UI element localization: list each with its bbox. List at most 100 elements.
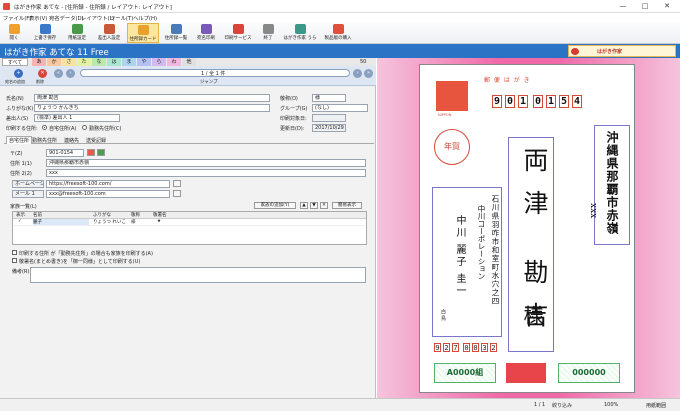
tab-kana-ya[interactable]: や	[137, 58, 151, 66]
status-zoom: 100%	[604, 402, 619, 408]
toolbar: 開く 上書き保存 用紙設定 差出人設定 住所録カード 住所録一覧 宛名印刷 印刷…	[0, 22, 680, 44]
home-address-label: 自宅住所(A)	[49, 126, 77, 132]
row-show-check[interactable]: ✓	[18, 219, 22, 224]
menu-data[interactable]: 宛名データ(D)	[49, 14, 84, 22]
family-delete-icon[interactable]: ✕	[320, 202, 328, 209]
tab-kana-ra[interactable]: ら	[152, 58, 166, 66]
sender-zip-4: 0	[463, 343, 470, 352]
sender-setup-button[interactable]: 差出人設定	[94, 23, 124, 43]
sender-zip-7: 2	[490, 343, 497, 352]
tab-send-log[interactable]: 送受記録	[86, 137, 106, 144]
record-count: 50	[360, 59, 367, 65]
banner-logo-icon	[571, 48, 579, 55]
send-mail-icon[interactable]	[173, 190, 181, 197]
group-select[interactable]: (なし)	[312, 104, 368, 112]
cart-icon	[332, 24, 344, 34]
next-record-icon[interactable]: ›	[353, 69, 362, 78]
status-filter: 絞り込み	[552, 403, 573, 409]
address2-input[interactable]: xxx	[46, 169, 366, 177]
hagaki-ura-button[interactable]: はがき作家 うら	[282, 23, 318, 43]
last-record-icon[interactable]: »	[364, 69, 373, 78]
open-homepage-icon[interactable]	[173, 180, 181, 187]
homepage-input[interactable]: https://freesoft-100.com/	[46, 180, 170, 188]
col-kana: ふりがな	[93, 213, 111, 218]
zip-lookup-icon[interactable]	[87, 149, 95, 156]
sender-suffix: 白 鳥	[440, 309, 446, 321]
row-name[interactable]: 麗子	[33, 219, 89, 225]
menu-tools[interactable]: ツール(T)	[110, 14, 133, 22]
purchase-button[interactable]: 製品版の購入	[321, 23, 355, 43]
tab-kana-ka[interactable]: か	[47, 58, 61, 66]
menu-file[interactable]: ファイル(F)	[3, 14, 31, 22]
prev-record-icon[interactable]: ‹	[66, 69, 75, 78]
print-family-work-checkbox[interactable]	[12, 250, 17, 255]
table-row[interactable]: ✓ 麗子 りょうつ れいこ 様 ★	[13, 219, 366, 226]
address-list-button[interactable]: 住所録一覧	[162, 23, 190, 43]
paper-setup-button[interactable]: 用紙設定	[64, 23, 90, 43]
print-service-button[interactable]: 印刷サービス	[222, 23, 254, 43]
maximize-icon[interactable]: □	[634, 1, 656, 12]
close-icon[interactable]: ✕	[656, 1, 678, 12]
tab-kana-other[interactable]: 他	[182, 58, 196, 66]
minimize-icon[interactable]: —	[612, 1, 634, 12]
family-down-icon[interactable]: ▼	[310, 202, 318, 209]
kana-input[interactable]: りょうつ かんきち	[34, 104, 270, 112]
zip-check-icon[interactable]	[97, 149, 105, 156]
app-header: はがき作家 あてな 11 Free はがき作家	[0, 44, 680, 58]
tab-kana-a[interactable]: あ	[32, 58, 46, 66]
ad-banner[interactable]: はがき作家	[568, 45, 676, 57]
tab-home-address[interactable]: 自宅住所	[6, 136, 33, 144]
print-date-field	[312, 114, 346, 122]
record-position: 1 / 全 1 件	[201, 71, 226, 77]
memo-label: 備考(R)	[12, 269, 30, 275]
group-label: グループ(G)	[280, 106, 308, 112]
tab-all[interactable]: すべて	[2, 58, 28, 66]
homepage-select[interactable]: ホームページ	[12, 180, 44, 188]
col-show: 表示	[16, 213, 25, 218]
first-record-icon[interactable]: «	[54, 69, 63, 78]
row-kana: りょうつ れいこ	[93, 220, 126, 225]
menu-help[interactable]: ヘルプ(H)	[133, 14, 157, 22]
zip-digit-7: 4	[572, 95, 582, 108]
window-title: はがき作家 あてな - [住所録 - 住所録 / レイアウト: レイアウト]	[14, 5, 172, 11]
postcard[interactable]: NIPPON 郵 便 は が き 9 0 1 0 1 5 4 年賀 沖縄県那覇市…	[419, 64, 635, 393]
name-input[interactable]: 両津 勘吉	[34, 94, 270, 102]
work-address-radio[interactable]	[82, 125, 87, 130]
delete-record-icon[interactable]: ✕	[38, 69, 47, 78]
tab-kana-wa[interactable]: わ	[167, 58, 181, 66]
tab-kana-na[interactable]: な	[92, 58, 106, 66]
app-name: はがき作家 あてな 11 Free	[4, 48, 109, 58]
honorific-select[interactable]: 様	[312, 94, 346, 102]
home-address-radio[interactable]	[42, 125, 47, 130]
mail-select[interactable]: メール 1	[12, 190, 44, 198]
zip-input[interactable]: 901-0154	[46, 149, 84, 157]
memo-textarea[interactable]	[30, 267, 366, 283]
save-button[interactable]: 上書き保存	[30, 23, 60, 43]
tab-kana-sa[interactable]: さ	[62, 58, 76, 66]
tab-kana-ha[interactable]: は	[107, 58, 121, 66]
tab-work-address[interactable]: 勤務先住所	[32, 137, 57, 144]
simple-view-button[interactable]: 簡易表示	[332, 202, 362, 209]
exit-button[interactable]: 終了	[258, 23, 278, 43]
open-button[interactable]: 開く	[2, 23, 26, 43]
folder-icon	[8, 24, 20, 34]
jump-label[interactable]: ジャンプ	[200, 79, 218, 85]
sender-select[interactable]: (標準) 差出人 1	[34, 114, 120, 122]
address1-input[interactable]: 沖縄県那覇市赤嶺	[46, 159, 366, 167]
family-up-icon[interactable]: ▲	[300, 202, 308, 209]
group-honor-checkbox[interactable]	[12, 258, 17, 263]
record-slider[interactable]: 1 / 全 1 件	[80, 69, 350, 77]
add-record-icon[interactable]: +	[14, 69, 23, 78]
add-family-button[interactable]: 家族の追加(Y)	[254, 202, 296, 209]
sender-label: 差出人(S)	[6, 116, 29, 122]
tab-contacts[interactable]: 連絡先	[64, 137, 79, 144]
address-subtabs: 自宅住所 勤務先住所 連絡先 送受記録	[4, 136, 374, 144]
tab-kana-ma[interactable]: ま	[122, 58, 136, 66]
print-date-label: 印刷対象日:	[280, 116, 307, 122]
banner-text: はがき作家	[597, 49, 623, 55]
tab-kana-ta[interactable]: た	[77, 58, 91, 66]
address-card-button[interactable]: 住所録カード	[127, 23, 159, 43]
menu-view[interactable]: 表示(V)	[29, 14, 47, 22]
print-address-button[interactable]: 宛名印刷	[193, 23, 219, 43]
mail-input[interactable]: xxx@freesoft-100.com	[46, 190, 170, 198]
